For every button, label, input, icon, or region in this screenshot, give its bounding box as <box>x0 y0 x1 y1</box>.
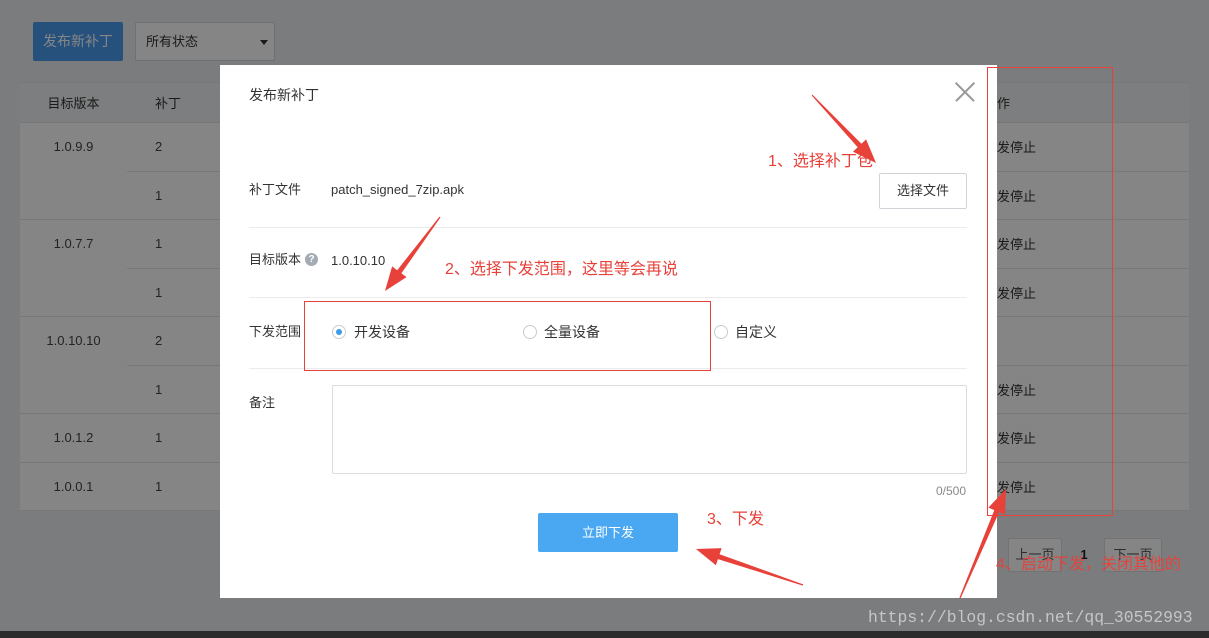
annotation-step-1: 1、选择补丁包 <box>768 153 873 170</box>
annotation-arrows <box>385 94 1006 599</box>
annotation-step-4: 4、启动下发，关闭其他的 <box>996 556 1181 573</box>
annotation-step-3: 3、下发 <box>707 511 764 528</box>
annotation-arrow-2 <box>385 216 441 291</box>
screen: 发布新补丁 所有状态 目标版本 补丁 作 1.0.9.9 2 发停止 1 发停止… <box>0 0 1209 631</box>
watermark: https://blog.csdn.net/qq_30552993 <box>868 608 1193 627</box>
annotation-arrow-3 <box>696 548 804 586</box>
annotation-step-2: 2、选择下发范围，这里等会再说 <box>445 261 678 278</box>
annotation-arrow-4 <box>959 489 1006 599</box>
